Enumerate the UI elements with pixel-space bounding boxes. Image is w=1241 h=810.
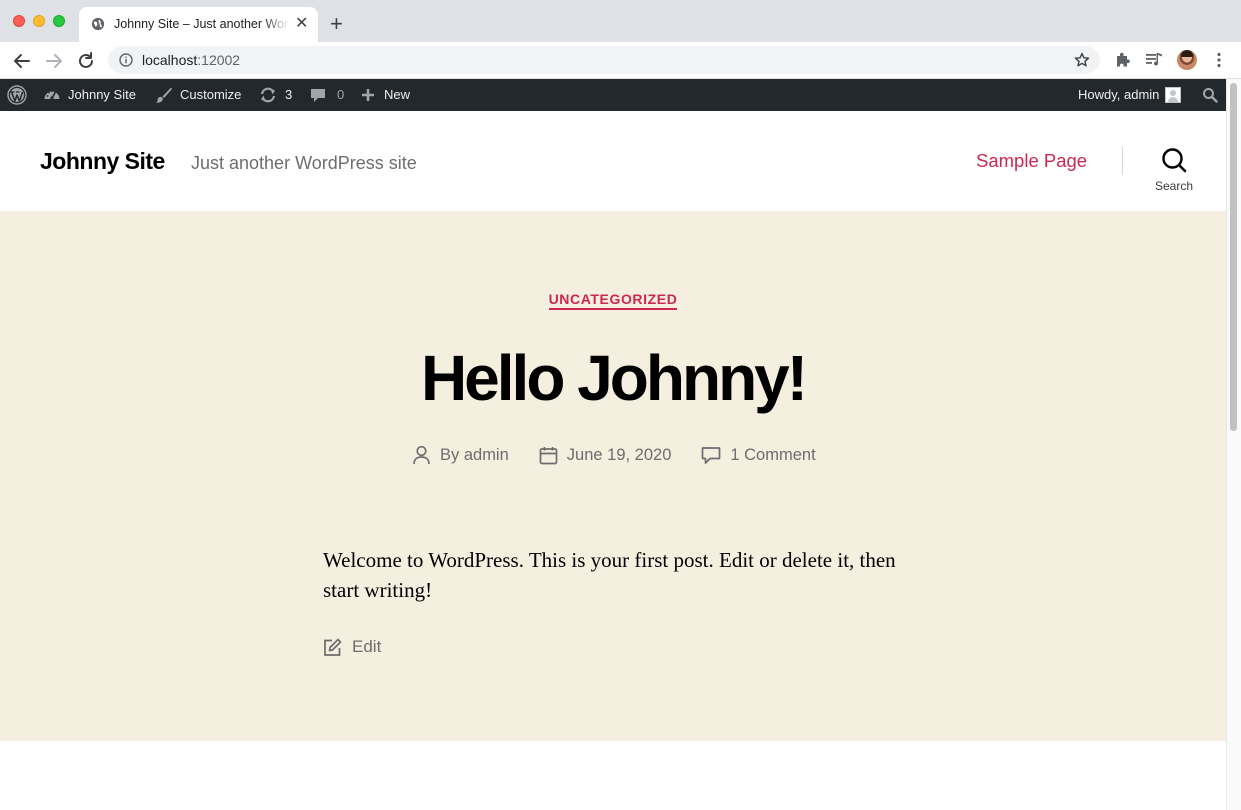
admin-bar-my-account[interactable]: Howdy, admin (1078, 79, 1182, 111)
search-icon (1203, 88, 1218, 103)
comment-icon (702, 446, 721, 464)
wordpress-logo-icon (7, 85, 27, 105)
post-edit-label: Edit (352, 637, 382, 656)
site-description: Just another WordPress site (191, 153, 417, 173)
search-label: Search (1154, 179, 1194, 193)
admin-bar-new[interactable]: New (360, 79, 410, 111)
post-title[interactable]: Hello Johnny! (0, 339, 1226, 417)
browser-tab-strip: Johnny Site – Just another WordPress sit… (0, 0, 1241, 42)
info-icon[interactable] (119, 53, 133, 67)
admin-bar-new-label: New (384, 87, 411, 102)
search-toggle-button[interactable]: Search (1150, 147, 1198, 199)
window-minimize-button[interactable] (33, 15, 45, 27)
star-icon[interactable] (1074, 52, 1090, 68)
window-maximize-button[interactable] (53, 15, 65, 27)
tab-close-icon[interactable]: ✕ (295, 16, 308, 32)
admin-bar-site-label: Johnny Site (68, 87, 136, 102)
reload-icon[interactable] (76, 51, 96, 71)
wp-admin-bar: Johnny Site Customize 3 0 New Howdy, adm… (0, 79, 1226, 111)
admin-bar-customize-label: Customize (180, 87, 242, 102)
user-avatar (1165, 87, 1182, 103)
new-tab-icon[interactable]: + (330, 13, 343, 35)
post-author[interactable]: By admin (412, 445, 509, 465)
nav-item-sample-page[interactable]: Sample Page (976, 149, 1087, 173)
post-comments[interactable]: 1 Comment (701, 445, 816, 465)
site-title[interactable]: Johnny Site (40, 147, 165, 175)
media-queue-icon[interactable] (1145, 51, 1163, 69)
admin-bar-search[interactable] (1202, 79, 1218, 111)
address-bar[interactable]: localhost:12002 (108, 46, 1100, 74)
comment-bubble-icon (311, 89, 325, 102)
forward-arrow-icon[interactable] (44, 51, 64, 71)
globe-icon (91, 17, 105, 31)
admin-bar-comments[interactable]: 0 (309, 79, 344, 111)
post-edit-link[interactable]: Edit (323, 637, 381, 657)
category-link[interactable]: UNCATEGORIZED (548, 291, 678, 310)
header-separator (1122, 147, 1123, 175)
post-meta: By admin June 19, 2020 1 Comment (412, 443, 816, 467)
admin-bar-updates[interactable]: 3 (259, 79, 292, 111)
edit-pencil-icon (324, 638, 342, 656)
post-entry: UNCATEGORIZED Hello Johnny! By admin Jun… (0, 211, 1226, 741)
profile-avatar[interactable] (1177, 50, 1197, 70)
url-text: localhost:12002 (142, 52, 240, 68)
updates-refresh-icon (260, 87, 276, 103)
admin-bar-comments-count: 0 (337, 87, 345, 102)
post-content: Welcome to WordPress. This is your first… (323, 548, 896, 602)
url-port: :12002 (197, 52, 241, 68)
window-close-button[interactable] (13, 15, 25, 27)
paintbrush-icon (156, 87, 172, 103)
post-author-label: By admin (440, 445, 509, 464)
plus-icon (362, 89, 374, 101)
tab-title: Johnny Site – Just another WordPress sit… (114, 17, 289, 31)
post-date-label: June 19, 2020 (566, 445, 672, 464)
back-arrow-icon[interactable] (12, 51, 32, 71)
post-date[interactable]: June 19, 2020 (539, 445, 672, 465)
page-scrollbar-thumb[interactable] (1230, 83, 1237, 431)
dashboard-gauge-icon (44, 90, 60, 100)
calendar-icon (539, 446, 558, 464)
post-comments-label: 1 Comment (730, 445, 816, 464)
more-vertical-icon[interactable] (1210, 51, 1228, 69)
post-category: UNCATEGORIZED (0, 291, 1226, 310)
admin-bar-updates-count: 3 (285, 87, 293, 102)
browser-tab-active[interactable]: Johnny Site – Just another WordPress sit… (79, 7, 318, 42)
admin-bar-site-name[interactable]: Johnny Site (43, 79, 136, 111)
page-viewport: Johnny Site Just another WordPress site … (0, 111, 1226, 810)
search-icon (1162, 148, 1187, 173)
admin-bar-howdy: Howdy, admin (1078, 87, 1160, 102)
wp-logo-menu[interactable] (7, 79, 27, 111)
browser-toolbar: localhost:12002 (0, 42, 1241, 79)
extensions-icon[interactable] (1114, 51, 1132, 69)
person-icon (413, 445, 430, 465)
url-host: localhost (142, 52, 198, 68)
admin-bar-customize[interactable]: Customize (155, 79, 241, 111)
